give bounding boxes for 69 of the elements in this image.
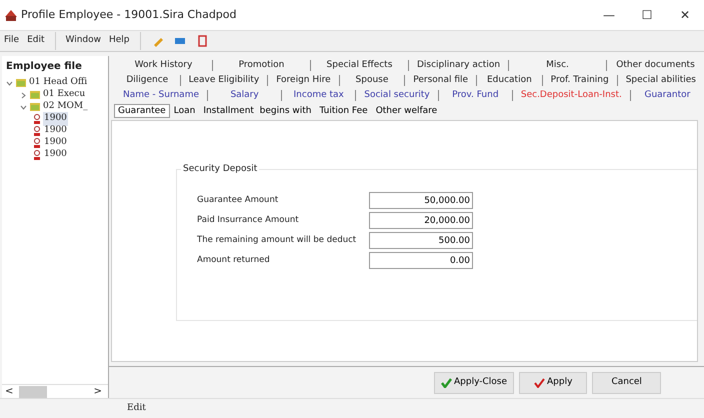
tab[interactable]: Prof. Training <box>542 75 617 86</box>
check-icon <box>534 378 546 388</box>
tree-item[interactable]: 1900 <box>43 124 68 138</box>
menu-item[interactable]: File <box>0 34 24 48</box>
tree-item[interactable]: 1900 <box>43 112 68 126</box>
tab[interactable]: Other documents <box>606 60 704 71</box>
tree-item[interactable]: 01 Execu <box>42 88 86 102</box>
field-label: Guarantee Amount <box>197 194 280 207</box>
pencil-icon <box>152 35 164 47</box>
field-label: Paid Insurrance Amount <box>197 214 300 227</box>
tab[interactable]: Prov. Fund <box>438 90 512 101</box>
tab[interactable]: Personal file <box>404 75 476 86</box>
tab[interactable]: Income tax <box>281 90 356 101</box>
tab[interactable]: Promotion <box>212 60 310 71</box>
tab[interactable]: Leave Eligibility <box>180 75 268 86</box>
close-button[interactable]: ✕ <box>666 0 704 30</box>
tab[interactable]: Diligence <box>115 75 180 86</box>
tree-item[interactable]: 1900 <box>43 148 68 162</box>
tree-item[interactable]: 01 Head Offi <box>28 76 88 90</box>
scrollbar-thumb[interactable] <box>19 386 48 398</box>
tab[interactable]: Name - Surname <box>115 90 208 101</box>
sub-tab[interactable]: Installment begins with <box>199 104 316 118</box>
field-label: The remaining amount will be deduct <box>197 234 358 247</box>
tab[interactable]: Education <box>476 75 542 86</box>
tab[interactable]: Special abilities <box>616 75 704 86</box>
minimize-button[interactable]: — <box>590 0 628 30</box>
amount-field[interactable]: 500.00 <box>369 232 473 249</box>
chevron-icon[interactable] <box>20 104 27 110</box>
chevron-icon[interactable] <box>20 92 27 98</box>
tab[interactable]: Sec.Deposit-Loan-Inst. <box>512 90 630 101</box>
menu-item[interactable]: Edit <box>23 34 48 48</box>
person-icon <box>33 138 41 148</box>
tab[interactable]: Social security <box>355 90 438 101</box>
sub-tab[interactable]: Other welfare <box>372 104 442 118</box>
chevron-icon[interactable] <box>6 80 13 86</box>
maximize-button[interactable]: ☐ <box>628 0 666 30</box>
action-button[interactable]: Apply <box>519 372 588 394</box>
scroll-right-button[interactable]: > <box>88 384 108 399</box>
sub-tab[interactable]: Loan <box>170 104 200 118</box>
monitor-icon <box>174 35 186 47</box>
status-text: Edit <box>0 398 704 418</box>
scroll-left-button[interactable]: < <box>2 384 16 399</box>
action-button[interactable]: Apply-Close <box>434 372 514 394</box>
action-button[interactable]: Cancel <box>592 372 661 394</box>
person-icon <box>33 126 41 136</box>
tab[interactable]: Guarantor <box>630 90 704 101</box>
amount-field[interactable]: 0.00 <box>369 252 473 269</box>
check-icon <box>441 378 452 388</box>
sub-tab[interactable]: Tuition Fee <box>315 104 372 118</box>
menu-item[interactable]: Help <box>105 34 134 48</box>
amount-field[interactable]: 50,000.00 <box>369 192 473 209</box>
person-icon <box>33 114 41 124</box>
tree-item[interactable]: 1900 <box>43 136 68 150</box>
tab[interactable]: Foreign Hire <box>267 75 339 86</box>
field-label: Amount returned <box>197 254 271 267</box>
tab[interactable]: Misc. <box>508 60 606 71</box>
tab[interactable]: Spouse <box>338 75 404 86</box>
window-title: Profile Employee - 19001.Sira Chadpod <box>21 6 238 23</box>
tab[interactable]: Special Effects <box>310 60 408 71</box>
tree-item[interactable]: 02 MOM_ <box>42 100 89 114</box>
amount-field[interactable]: 20,000.00 <box>369 212 473 229</box>
app-icon <box>4 8 18 22</box>
menu-item[interactable]: Window <box>62 34 105 48</box>
sidebar-title: Employee file <box>5 60 83 74</box>
person-icon <box>33 150 41 160</box>
tab[interactable]: Work History <box>115 60 212 71</box>
tab[interactable]: Disciplinary action <box>408 60 508 71</box>
sub-tab[interactable]: Guarantee <box>114 104 170 118</box>
tab[interactable]: Salary <box>207 90 282 101</box>
